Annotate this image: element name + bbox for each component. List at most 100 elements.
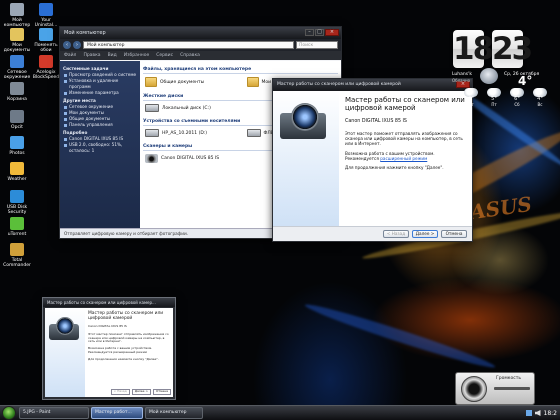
wizard-preview-thumbnail[interactable]: Мастер работы со сканером или цифровой к… [42, 297, 176, 400]
back-button[interactable]: < Назад [383, 230, 409, 238]
menu-item[interactable]: Избранное [124, 51, 150, 60]
wizard-description: Этот мастер поможет отправлять изображен… [345, 131, 463, 147]
item-label: HP_AS_10.2011 (D:) [162, 130, 208, 136]
drive-item[interactable]: Canon DIGITAL IXUS 85 IS [145, 154, 245, 163]
task-pane-item[interactable]: Панель управления [63, 122, 137, 128]
desktop-icon[interactable]: Поменять обои [30, 28, 62, 53]
desktop-icon[interactable]: USB Disk Security [1, 190, 33, 215]
desktop-icon-label: Мой компьютер [3, 18, 31, 28]
drive-icon [246, 129, 261, 137]
volume-icon[interactable] [534, 410, 541, 416]
desktop-icon[interactable]: Корзина [1, 82, 33, 102]
maximize-button[interactable]: □ [315, 29, 324, 36]
preview-note: Возможна работа с вашим устройством. Рек… [88, 346, 153, 354]
menu-item[interactable]: Правка [83, 51, 100, 60]
drive-icon [145, 104, 159, 112]
volume-label: Громкость [496, 376, 521, 381]
camera-lens-icon [291, 103, 319, 131]
desktop-icon-label: Acelogix BlockSpeed [32, 70, 60, 80]
app-icon [10, 162, 24, 175]
desktop-icon[interactable]: Мои документы [1, 28, 33, 53]
forecast-day: 5° Пт [483, 88, 505, 107]
forecast-day: 6° Сб [506, 88, 528, 107]
desktop-icon[interactable]: Weather [1, 162, 33, 182]
desktop-icon[interactable]: Your Uninstal... [30, 3, 62, 28]
taskbar-button[interactable]: Мастер работ... [91, 407, 143, 419]
desktop-icon-label: Your Uninstal... [34, 18, 58, 28]
app-icon [10, 243, 24, 256]
scanner-wizard-window: Мастер работы со сканером или цифровой к… [272, 78, 473, 242]
status-text: Отправляет цифровую камеру и отбирает фо… [64, 231, 189, 236]
app-icon [39, 3, 53, 16]
preview-title: Мастер работы со сканером или цифровой к… [47, 300, 156, 305]
moon-icon [480, 68, 498, 84]
camera-icon [145, 154, 158, 163]
start-button[interactable] [2, 406, 16, 420]
forecast-day: 4° Вс [529, 88, 551, 107]
menu-item[interactable]: Сервис [156, 51, 173, 60]
item-label: Canon DIGITAL IXUS 85 IS [161, 156, 220, 161]
taskbar-button[interactable]: 5.JPG - Paint [19, 407, 89, 419]
clock-gadget[interactable]: 18 23 Luhans'k Облачно Ср, 26 октября 4° [452, 12, 558, 88]
preview-next-button: Далее > [131, 389, 151, 395]
drive-item[interactable]: Общие документы [145, 77, 235, 87]
advanced-mode-link[interactable]: расширенный режим [380, 156, 427, 161]
desktop-icon-label: Photos [9, 151, 25, 156]
search-input[interactable]: Поиск [296, 41, 338, 49]
app-icon [10, 82, 24, 95]
forward-arrow-icon[interactable]: › [73, 41, 81, 49]
wizard-titlebar[interactable]: Мастер работы со сканером или цифровой к… [273, 79, 472, 91]
menu-item[interactable]: Справка [180, 51, 200, 60]
task-pane-item[interactable]: Изменение параметра [63, 90, 137, 96]
desktop-icon[interactable]: Мой компьютер [1, 3, 33, 28]
group-header: Файлы, хранящиеся на этом компьютере [143, 66, 338, 74]
forecast-day-label: Пт [491, 102, 497, 107]
task-pane-item[interactable]: Установка и удаление программ [63, 78, 137, 90]
volume-slider[interactable] [494, 387, 530, 390]
camera-lens-icon [56, 317, 74, 335]
app-icon [10, 136, 24, 149]
app-icon [10, 110, 24, 123]
desktop-icon-label: Мои документы [3, 43, 31, 53]
volume-gadget[interactable]: Громкость [455, 372, 535, 405]
taskbar-button[interactable]: Мой компьютер [145, 407, 203, 419]
preview-device: Canon DIGITAL IXUS 85 IS [88, 324, 127, 328]
cancel-button[interactable]: Отмена [441, 230, 467, 238]
wallpaper-streak [303, 299, 497, 373]
desktop-icon[interactable]: Photos [1, 136, 33, 156]
app-icon [39, 55, 53, 68]
menu-item[interactable]: Файл [64, 51, 76, 60]
next-button[interactable]: Далее > [412, 230, 438, 238]
item-label: Локальный диск (C:) [162, 105, 211, 111]
desktop-icon-label: uTorrent [7, 232, 27, 237]
explorer-titlebar[interactable]: Мой компьютер – □ × [60, 27, 341, 39]
back-arrow-icon[interactable]: ‹ [63, 41, 71, 49]
item-label: Общие документы [160, 79, 205, 85]
desktop-icon[interactable]: Opcit [1, 110, 33, 130]
minimize-button[interactable]: – [305, 29, 314, 36]
clock-hours: 18 [453, 30, 494, 68]
desktop-icon-label: USB Disk Security [6, 205, 28, 215]
wizard-continue-hint: Для продолжения нажмите кнопку "Далее". [345, 165, 444, 171]
taskbar: 5.JPG - Paint Мастер работ... Мой компьюте… [0, 405, 560, 420]
menu-item[interactable]: Вид [108, 51, 117, 60]
menu-bar: Файл Правка Вид Избранное Сервис Справка [60, 51, 341, 60]
weather-condition: Облачно [452, 78, 471, 83]
desktop-icon[interactable]: Сетевое окружение [1, 55, 33, 80]
preview-hint: Для продолжения нажмите кнопку "Далее". [88, 356, 159, 361]
desktop-icon[interactable]: uTorrent [1, 217, 33, 237]
tray-clock[interactable]: 18:2 [544, 410, 557, 417]
wizard-title: Мастер работы со сканером или цифровой к… [277, 82, 401, 87]
address-bar[interactable]: Мой компьютер [83, 41, 294, 49]
app-icon [10, 28, 24, 41]
drive-item[interactable]: HP_AS_10.2011 (D:) [145, 129, 235, 137]
network-icon[interactable] [525, 410, 532, 416]
folder-icon [246, 77, 259, 87]
system-tray: 18:2 [523, 406, 560, 420]
drive-item[interactable]: Локальный диск (C:) [145, 104, 245, 112]
desktop-icon[interactable]: Acelogix BlockSpeed [30, 55, 62, 80]
app-icon [10, 190, 24, 203]
close-button[interactable]: × [325, 29, 339, 36]
desktop-icon[interactable]: Total Commander [1, 243, 33, 268]
task-pane-item[interactable]: USB 2.0, свободно: 51%, осталось: 1 [63, 142, 137, 154]
